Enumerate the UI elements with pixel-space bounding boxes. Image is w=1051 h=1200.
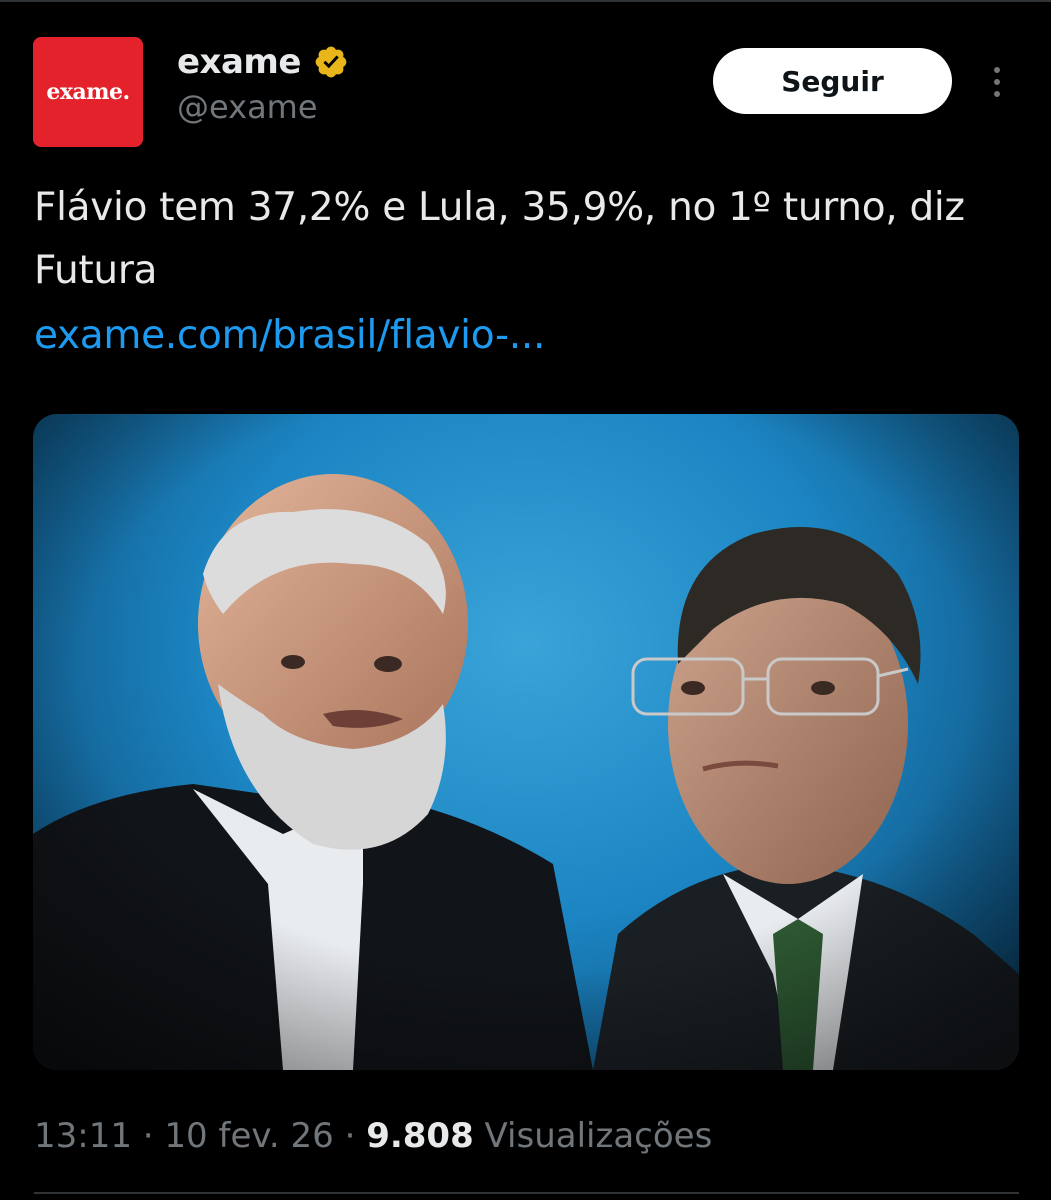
more-dot: [994, 79, 1000, 85]
avatar-logo-text: exame.: [46, 79, 130, 105]
verified-badge-icon[interactable]: [313, 44, 349, 80]
media-illustration: [33, 414, 1019, 1070]
tweet-meta: 13:11 · 10 fev. 26 · 9.808 Visualizações: [34, 1108, 712, 1164]
tweet-media-image[interactable]: [33, 414, 1019, 1070]
more-options-icon[interactable]: [982, 60, 1012, 104]
meta-separator: ·: [142, 1116, 154, 1156]
follow-button[interactable]: Seguir: [713, 48, 952, 114]
meta-separator: ·: [344, 1116, 356, 1156]
tweet-time[interactable]: 13:11: [34, 1116, 132, 1156]
author-name-row: exame: [177, 38, 349, 86]
display-name[interactable]: exame: [177, 42, 301, 82]
top-divider: [0, 0, 1051, 2]
views-count[interactable]: 9.808: [366, 1116, 474, 1156]
tweet-date[interactable]: 10 fev. 26: [164, 1116, 333, 1156]
tweet-link[interactable]: exame.com/brasil/flavio-...: [34, 304, 545, 367]
bottom-divider: [34, 1192, 1019, 1194]
avatar[interactable]: exame.: [33, 37, 143, 147]
tweet-text: Flávio tem 37,2% e Lula, 35,9%, no 1º tu…: [34, 185, 965, 293]
views-label[interactable]: Visualizações: [485, 1116, 713, 1156]
more-dot: [994, 67, 1000, 73]
more-dot: [994, 91, 1000, 97]
user-handle[interactable]: @exame: [177, 88, 318, 126]
